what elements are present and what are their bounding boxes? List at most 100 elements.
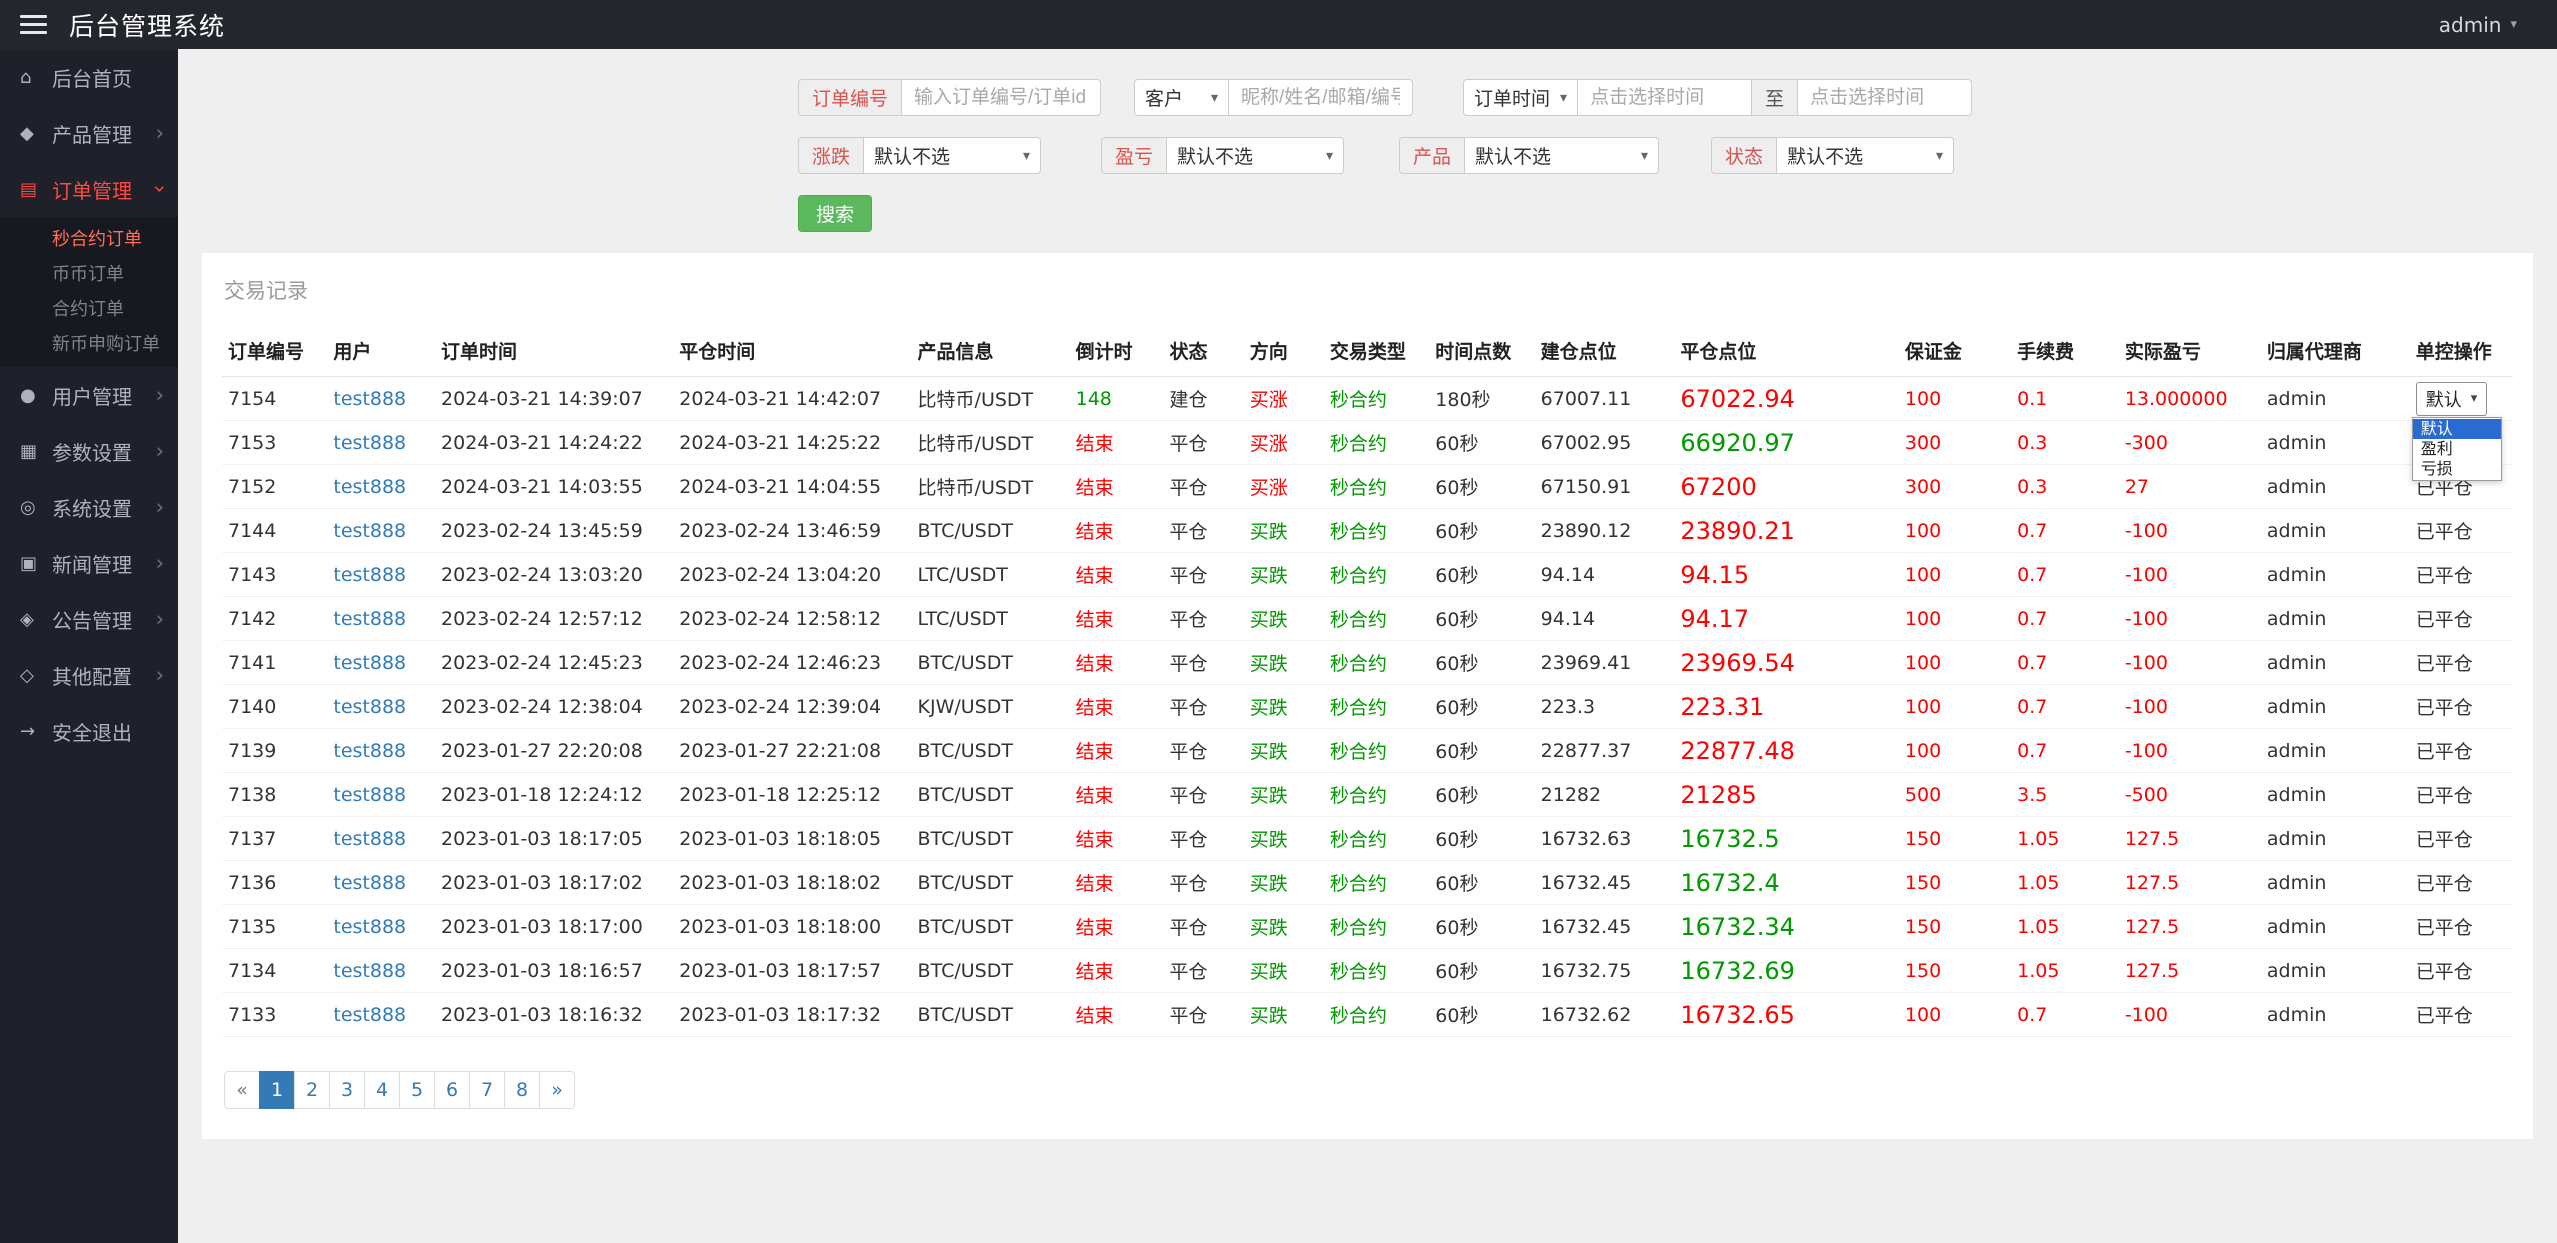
- pagination-item[interactable]: 1: [259, 1071, 295, 1109]
- sidebar-item-label: 公告管理: [52, 608, 132, 633]
- rise-fall-group: 涨跌 默认不选 ▾: [798, 137, 1042, 174]
- user-link[interactable]: test888: [333, 740, 406, 762]
- cell-close-time: 2024-03-21 14:42:07: [673, 376, 912, 421]
- search-button[interactable]: 搜索: [798, 195, 873, 232]
- time-from-input[interactable]: [1577, 79, 1753, 116]
- hamburger-menu-icon[interactable]: [20, 10, 47, 39]
- sidebar-item-notice[interactable]: ◈ 公告管理 ›: [0, 591, 178, 647]
- cell-open-price: 67002.95: [1534, 420, 1675, 465]
- cell-countdown: 结束: [1069, 816, 1164, 861]
- cell-agent: admin: [2260, 464, 2410, 509]
- profit-loss-select[interactable]: 默认不选 ▾: [1166, 137, 1345, 174]
- user-link[interactable]: test888: [333, 916, 406, 938]
- cell-trade-type: 秒合约: [1323, 552, 1430, 597]
- control-select-option[interactable]: 盈利: [2413, 439, 2501, 459]
- time-to-input[interactable]: [1797, 79, 1973, 116]
- cell-duration: 60秒: [1429, 596, 1535, 641]
- news-icon: ▣: [20, 552, 38, 574]
- sidebar-item-products[interactable]: ◆ 产品管理 ›: [0, 105, 178, 161]
- user-link[interactable]: test888: [333, 828, 406, 850]
- cell-order-no: 7154: [222, 376, 328, 421]
- cell-status: 平仓: [1163, 816, 1244, 861]
- sidebar-item-news[interactable]: ▣ 新闻管理 ›: [0, 535, 178, 591]
- control-select-popup: 默认 盈利 亏损: [2411, 417, 2502, 481]
- pagination-item[interactable]: »: [539, 1071, 575, 1109]
- sidebar-item-other[interactable]: ◇ 其他配置 ›: [0, 647, 178, 703]
- pagination-item[interactable]: 7: [469, 1071, 505, 1109]
- pagination-item[interactable]: «: [224, 1071, 260, 1109]
- cell-product: BTC/USDT: [911, 860, 1070, 905]
- time-type-select[interactable]: 订单时间 ▾: [1463, 79, 1579, 116]
- cell-fee: 0.7: [2011, 596, 2119, 641]
- cell-user: test888: [327, 816, 436, 861]
- user-link[interactable]: test888: [333, 476, 406, 498]
- pagination-item[interactable]: 6: [434, 1071, 470, 1109]
- cell-user: test888: [327, 728, 436, 773]
- sidebar-item-orders[interactable]: ▤ 订单管理 ›: [0, 161, 178, 217]
- cell-user: test888: [327, 772, 436, 817]
- table-row: 7141 test888 2023-02-24 12:45:23 2023-02-24…: [222, 640, 2513, 685]
- user-link[interactable]: test888: [333, 784, 406, 806]
- cell-direction: 买涨: [1243, 376, 1324, 421]
- order-no-input[interactable]: [901, 79, 1102, 116]
- user-link[interactable]: test888: [333, 608, 406, 630]
- control-select-option[interactable]: 亏损: [2413, 459, 2501, 479]
- user-link[interactable]: test888: [333, 696, 406, 718]
- control-select-option[interactable]: 默认: [2412, 419, 2501, 439]
- sidebar-subitem[interactable]: 新币申购订单: [0, 327, 178, 362]
- cell-profit: -300: [2118, 420, 2261, 465]
- pagination-item[interactable]: 4: [364, 1071, 400, 1109]
- sidebar-item-home[interactable]: ⌂ 后台首页: [0, 49, 178, 105]
- user-link[interactable]: test888: [333, 520, 406, 542]
- cell-product: BTC/USDT: [911, 728, 1070, 773]
- cell-countdown: 结束: [1069, 640, 1164, 685]
- pagination-item[interactable]: 3: [329, 1071, 365, 1109]
- table-header-cell: 方向: [1243, 325, 1324, 377]
- cell-product: 比特币/USDT: [911, 420, 1070, 465]
- table-row: 7144 test888 2023-02-24 13:45:59 2023-02-24…: [222, 508, 2513, 553]
- product-label: 产品: [1399, 137, 1466, 174]
- cell-close-time: 2023-01-03 18:17:57: [673, 948, 912, 993]
- cell-user: test888: [327, 376, 436, 421]
- sidebar-subitem[interactable]: 币币订单: [0, 257, 178, 292]
- sidebar-item-system[interactable]: ◎ 系统设置 ›: [0, 479, 178, 535]
- cell-product: LTC/USDT: [911, 596, 1070, 641]
- customer-select[interactable]: 客户 ▾: [1134, 79, 1230, 116]
- cell-control: 已平仓: [2409, 772, 2513, 817]
- user-link[interactable]: test888: [333, 564, 406, 586]
- user-link[interactable]: test888: [333, 388, 406, 410]
- cell-duration: 60秒: [1429, 728, 1535, 773]
- cell-product: LTC/USDT: [911, 552, 1070, 597]
- cell-user: test888: [327, 904, 436, 949]
- customer-input[interactable]: [1228, 79, 1414, 116]
- sidebar-item-logout[interactable]: → 安全退出: [0, 703, 178, 759]
- sidebar-subitem[interactable]: 合约订单: [0, 292, 178, 327]
- cell-open-price: 67150.91: [1534, 464, 1675, 509]
- user-link[interactable]: test888: [333, 960, 406, 982]
- cell-countdown: 结束: [1069, 772, 1164, 817]
- pagination-item[interactable]: 8: [504, 1071, 540, 1109]
- cell-order-time: 2024-03-21 14:39:07: [435, 376, 674, 421]
- user-menu[interactable]: admin ▾: [2439, 13, 2517, 37]
- sidebar-item-label: 安全退出: [52, 720, 132, 745]
- cell-order-no: 7153: [222, 420, 328, 465]
- user-link[interactable]: test888: [333, 652, 406, 674]
- table-header-cell: 保证金: [1898, 325, 2012, 377]
- filter-row-3: 搜索: [798, 195, 2557, 232]
- table-header-cell: 单控操作: [2409, 325, 2513, 377]
- control-select[interactable]: 默认 ▾: [2415, 381, 2488, 416]
- cell-order-time: 2024-03-21 14:03:55: [435, 464, 674, 509]
- status-select[interactable]: 默认不选 ▾: [1776, 137, 1955, 174]
- user-link[interactable]: test888: [333, 872, 406, 894]
- cell-trade-type: 秒合约: [1323, 772, 1430, 817]
- sidebar-item-params[interactable]: ▦ 参数设置 ›: [0, 423, 178, 479]
- pagination-item[interactable]: 5: [399, 1071, 435, 1109]
- sidebar-item-users[interactable]: ● 用户管理 ›: [0, 367, 178, 423]
- sidebar-subitem[interactable]: 秒合约订单: [0, 222, 178, 257]
- user-link[interactable]: test888: [333, 1004, 406, 1026]
- rise-fall-select[interactable]: 默认不选 ▾: [863, 137, 1042, 174]
- cell-countdown: 结束: [1069, 728, 1164, 773]
- user-link[interactable]: test888: [333, 432, 406, 454]
- pagination-item[interactable]: 2: [294, 1071, 330, 1109]
- product-select[interactable]: 默认不选 ▾: [1464, 137, 1660, 174]
